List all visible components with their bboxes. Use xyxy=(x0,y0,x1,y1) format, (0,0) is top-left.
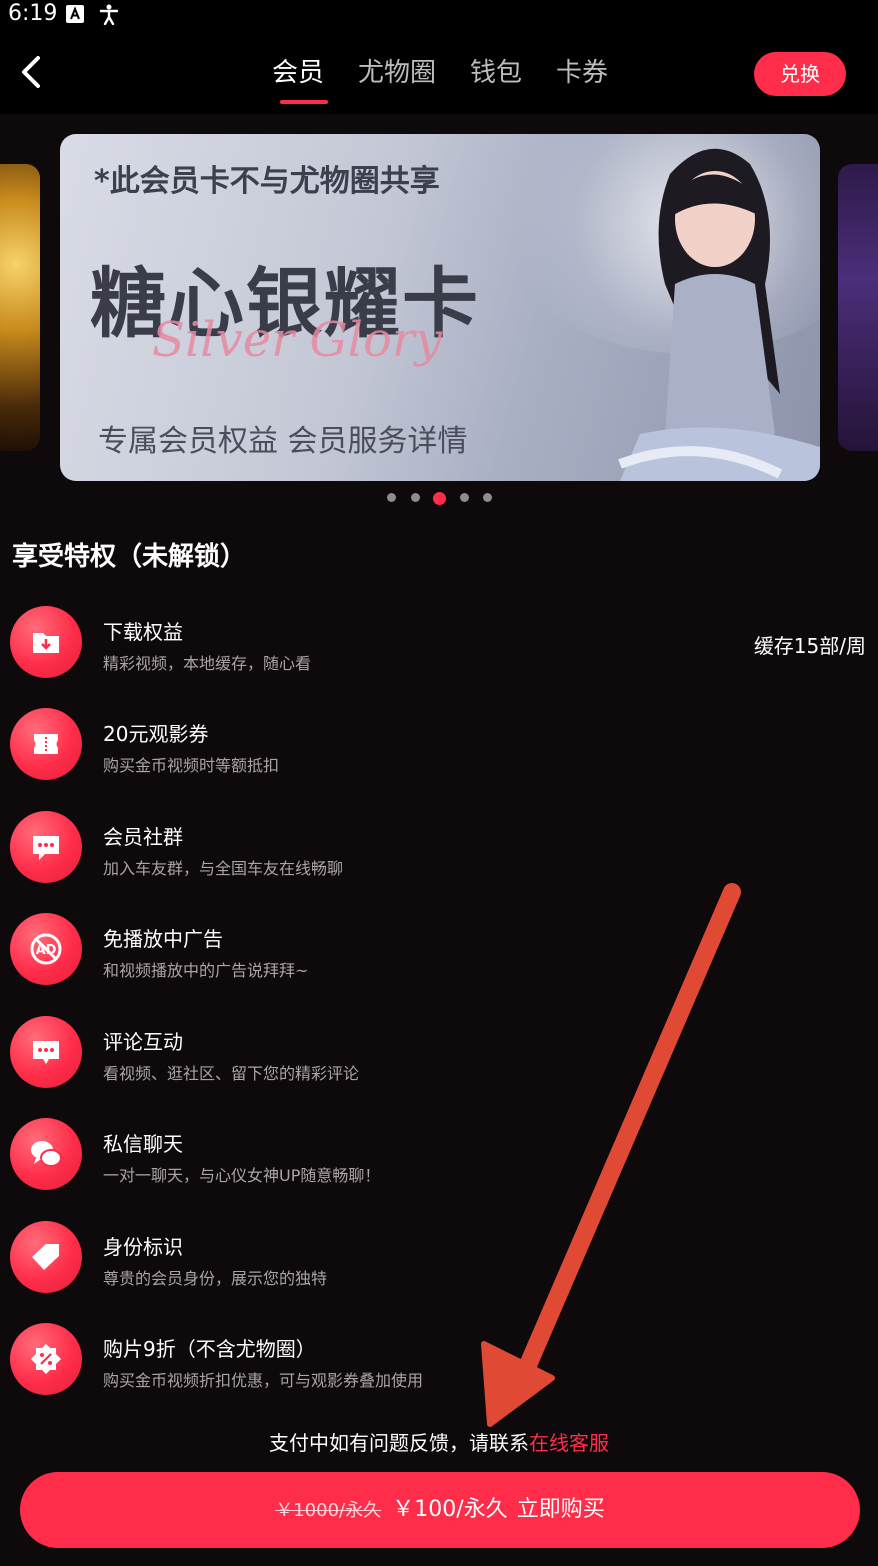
status-bar: 6:19 xyxy=(0,0,878,30)
identity-tag-icon xyxy=(10,1221,82,1293)
top-nav: 会员 尤物圈 钱包 卡券 兑换 xyxy=(0,30,878,114)
a-letter-icon xyxy=(66,5,84,23)
perk-title: 下载权益 xyxy=(103,620,183,644)
tab-wallet[interactable]: 钱包 xyxy=(470,52,522,89)
perk-item-comment: 评论互动 看视频、逛社区、留下您的精彩评论 xyxy=(0,1016,878,1106)
tab-coupons[interactable]: 卡券 xyxy=(556,52,608,89)
previous-card-preview[interactable] xyxy=(0,164,40,451)
chat-bubble-icon xyxy=(10,811,82,883)
perk-quota: 缓存15部/周 xyxy=(753,634,866,658)
perk-description: 加入车友群，与全国车友在线畅聊 xyxy=(103,859,344,878)
perk-item-discount: 购片9折（不含尤物圈） 购买金币视频折扣优惠，可与观影券叠加使用 xyxy=(0,1323,878,1413)
perk-item-download: 下载权益 精彩视频，本地缓存，随心看 缓存15部/周 xyxy=(0,606,878,696)
discount-badge-icon xyxy=(10,1323,82,1395)
tab-membership[interactable]: 会员 xyxy=(272,52,328,104)
perk-item-identity: 身份标识 尊贵的会员身份，展示您的独特 xyxy=(0,1221,878,1311)
perk-description: 看视频、逛社区、留下您的精彩评论 xyxy=(103,1064,360,1083)
card-banner[interactable]: *此会员卡不与尤物圈共享 糖心银耀卡 Silver Glory 专属会员权益 会… xyxy=(60,134,820,481)
private-chat-icon xyxy=(10,1118,82,1190)
perk-title: 免播放中广告 xyxy=(103,927,223,951)
buy-now-label: 立即购买 xyxy=(516,1497,605,1522)
active-tab-indicator xyxy=(280,100,328,104)
status-time: 6:19 xyxy=(8,1,58,26)
perk-item-private-chat: 私信聊天 一对一聊天，与心仪女神UP随意畅聊！ xyxy=(0,1118,878,1208)
perk-title: 购片9折（不含尤物圈） xyxy=(103,1337,316,1361)
banner-subtitle: 专属会员权益 会员服务详情 xyxy=(98,424,468,459)
pagination-dot[interactable] xyxy=(460,493,469,502)
pagination-dot[interactable] xyxy=(387,493,396,502)
perk-description: 购买金币视频折扣优惠，可与观影券叠加使用 xyxy=(103,1371,424,1390)
download-folder-icon xyxy=(10,606,82,678)
perk-description: 和视频播放中的广告说拜拜~ xyxy=(103,961,309,980)
perk-item-ticket: 20元观影券 购买金币视频时等额抵扣 xyxy=(0,708,878,798)
comment-icon xyxy=(10,1016,82,1088)
pagination-dot-active[interactable] xyxy=(433,492,446,505)
perk-title: 私信聊天 xyxy=(103,1132,183,1156)
online-support-link[interactable]: 在线客服 xyxy=(529,1431,609,1455)
perk-description: 精彩视频，本地缓存，随心看 xyxy=(103,654,312,673)
buy-now-button[interactable]: ￥1000/永久 ￥100/永久 立即购买 xyxy=(20,1472,860,1548)
pagination-dot[interactable] xyxy=(411,493,420,502)
perk-title: 身份标识 xyxy=(103,1235,183,1259)
next-card-preview[interactable] xyxy=(838,164,878,451)
accessibility-icon xyxy=(99,4,119,25)
perk-title: 20元观影券 xyxy=(103,722,209,746)
perk-item-no-ads: AD 免播放中广告 和视频播放中的广告说拜拜~ xyxy=(0,913,878,1003)
original-price: ￥1000/永久 xyxy=(275,1500,382,1521)
no-ads-icon: AD xyxy=(10,913,82,985)
banner-script-text: Silver Glory xyxy=(152,312,442,368)
pagination-dot[interactable] xyxy=(483,493,492,502)
perks-section-title: 享受特权（未解锁） xyxy=(12,542,247,572)
tab-youwuquan[interactable]: 尤物圈 xyxy=(358,52,436,89)
perk-description: 一对一聊天，与心仪女神UP随意畅聊！ xyxy=(103,1166,381,1185)
membership-card-carousel[interactable]: *此会员卡不与尤物圈共享 糖心银耀卡 Silver Glory 专属会员权益 会… xyxy=(0,114,878,514)
model-photo xyxy=(618,148,820,481)
tab-label: 尤物圈 xyxy=(358,58,437,88)
current-price: ￥100/永久 xyxy=(392,1497,508,1522)
perk-item-community: 会员社群 加入车友群，与全国车友在线畅聊 xyxy=(0,811,878,901)
support-text: 支付中如有问题反馈，请联系 xyxy=(269,1431,529,1455)
back-arrow-icon[interactable] xyxy=(14,52,50,92)
perk-description: 购买金币视频时等额抵扣 xyxy=(103,756,280,775)
perk-title: 会员社群 xyxy=(103,825,183,849)
support-contact: 支付中如有问题反馈，请联系在线客服 xyxy=(0,1427,878,1456)
ticket-icon xyxy=(10,708,82,780)
tab-label: 卡券 xyxy=(556,58,609,88)
tab-label: 钱包 xyxy=(470,58,523,88)
tab-label: 会员 xyxy=(272,58,325,88)
redeem-button[interactable]: 兑换 xyxy=(754,52,846,96)
banner-note: *此会员卡不与尤物圈共享 xyxy=(94,164,440,199)
perk-description: 尊贵的会员身份，展示您的独特 xyxy=(103,1269,328,1288)
perk-title: 评论互动 xyxy=(103,1030,183,1054)
